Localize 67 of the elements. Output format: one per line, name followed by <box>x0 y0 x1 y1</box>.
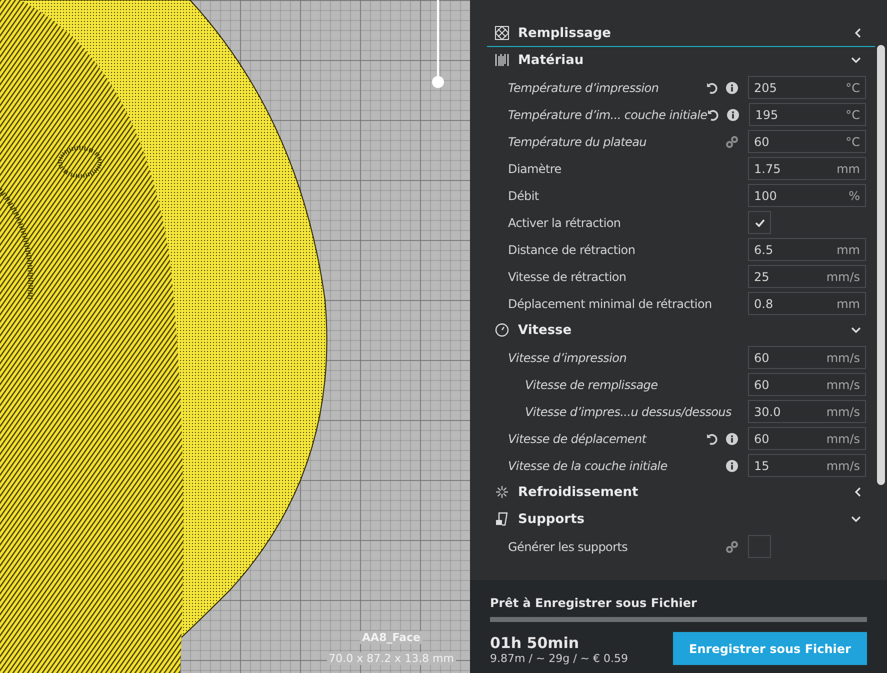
check-icon <box>754 218 764 226</box>
setting-label: Générer les supports <box>508 540 628 554</box>
checkbox[interactable] <box>748 535 771 558</box>
chevron-down-icon[interactable] <box>851 57 861 63</box>
number-field[interactable]: 25 mm/s <box>748 265 866 288</box>
link-icon[interactable] <box>726 540 738 552</box>
status-text: Prêt à Enregistrer sous Fichier <box>490 596 698 610</box>
setting-label: Vitesse de rétraction <box>508 270 626 284</box>
section-header[interactable]: Supports <box>487 506 875 533</box>
setting-label: Température d’impression <box>508 80 659 94</box>
number-field[interactable]: 6.5 mm <box>748 238 866 261</box>
number-field[interactable]: 60 °C <box>748 130 866 153</box>
section-header[interactable]: Vitesse <box>487 317 875 344</box>
infill-icon <box>495 26 509 40</box>
section-header[interactable]: Refroidissement <box>487 479 875 506</box>
info-icon[interactable] <box>726 82 738 94</box>
chevron-left-icon[interactable] <box>855 28 861 38</box>
chevron-down-icon[interactable] <box>851 516 861 522</box>
section-header[interactable]: Remplissage <box>487 20 875 47</box>
setting-label: Vitesse de la couche initiale <box>508 458 668 472</box>
support-icon <box>495 512 509 526</box>
filament-icon <box>495 53 509 67</box>
model-dimensions: 70.0 x 87.2 x 13.8 mm <box>326 652 456 665</box>
print-details: 9.87m / ~ 29g / ~ € 0.59 <box>490 652 628 665</box>
number-field[interactable]: 195 °C <box>749 103 866 126</box>
section-title: Refroidissement <box>518 484 640 500</box>
setting-label: Déplacement minimal de rétraction <box>508 296 712 310</box>
number-field[interactable]: 100 % <box>748 184 866 207</box>
info-icon[interactable] <box>726 460 738 472</box>
setting-label: Activer la rétraction <box>508 216 621 230</box>
section-title: Remplissage <box>518 26 612 40</box>
setting-label: Débit <box>508 188 539 202</box>
info-icon[interactable] <box>727 108 740 120</box>
setting-label: Vitesse de déplacement <box>508 432 646 446</box>
number-field[interactable]: 205 °C <box>748 76 866 99</box>
scrollbar[interactable] <box>877 45 885 485</box>
setting-label: Vitesse d’impression <box>508 350 627 364</box>
link-icon[interactable] <box>726 136 738 148</box>
number-field[interactable]: 60 mm/s <box>748 373 866 396</box>
setting-label: Diamètre <box>508 162 562 176</box>
setting-label: Température d’im... couche initiale <box>508 108 708 122</box>
reset-icon[interactable] <box>706 432 719 444</box>
reset-icon[interactable] <box>706 82 719 94</box>
section-title: Supports <box>518 512 586 526</box>
checkbox[interactable] <box>748 211 771 234</box>
print-time: 01h 50min <box>490 634 580 652</box>
setting-label: Température du plateau <box>508 134 646 148</box>
fan-icon <box>495 485 509 499</box>
gauge-icon <box>495 323 509 337</box>
section-title: Vitesse <box>518 322 573 338</box>
number-field[interactable]: 60 mm/s <box>748 427 866 450</box>
section-title: Matériau <box>518 52 585 68</box>
chevron-left-icon[interactable] <box>855 487 861 497</box>
number-field[interactable]: 0.8 mm <box>748 292 866 315</box>
section-header[interactable]: Matériau <box>487 47 875 74</box>
number-field[interactable]: 1.75 mm <box>748 157 866 180</box>
slider-handle[interactable] <box>432 76 444 88</box>
number-field[interactable]: 30.0 mm/s <box>748 400 866 423</box>
setting-label: Vitesse de remplissage <box>525 378 658 392</box>
info-icon[interactable] <box>726 432 738 444</box>
number-field[interactable]: 60 mm/s <box>748 346 866 369</box>
setting-label: Distance de rétraction <box>508 242 636 256</box>
model-name: AA8_Face <box>360 631 423 644</box>
chevron-down-icon[interactable] <box>851 327 861 333</box>
number-field[interactable]: 15 mm/s <box>748 454 866 477</box>
reset-icon[interactable] <box>707 108 720 120</box>
setting-label: Vitesse d’impres...u dessus/dessous <box>525 404 732 418</box>
